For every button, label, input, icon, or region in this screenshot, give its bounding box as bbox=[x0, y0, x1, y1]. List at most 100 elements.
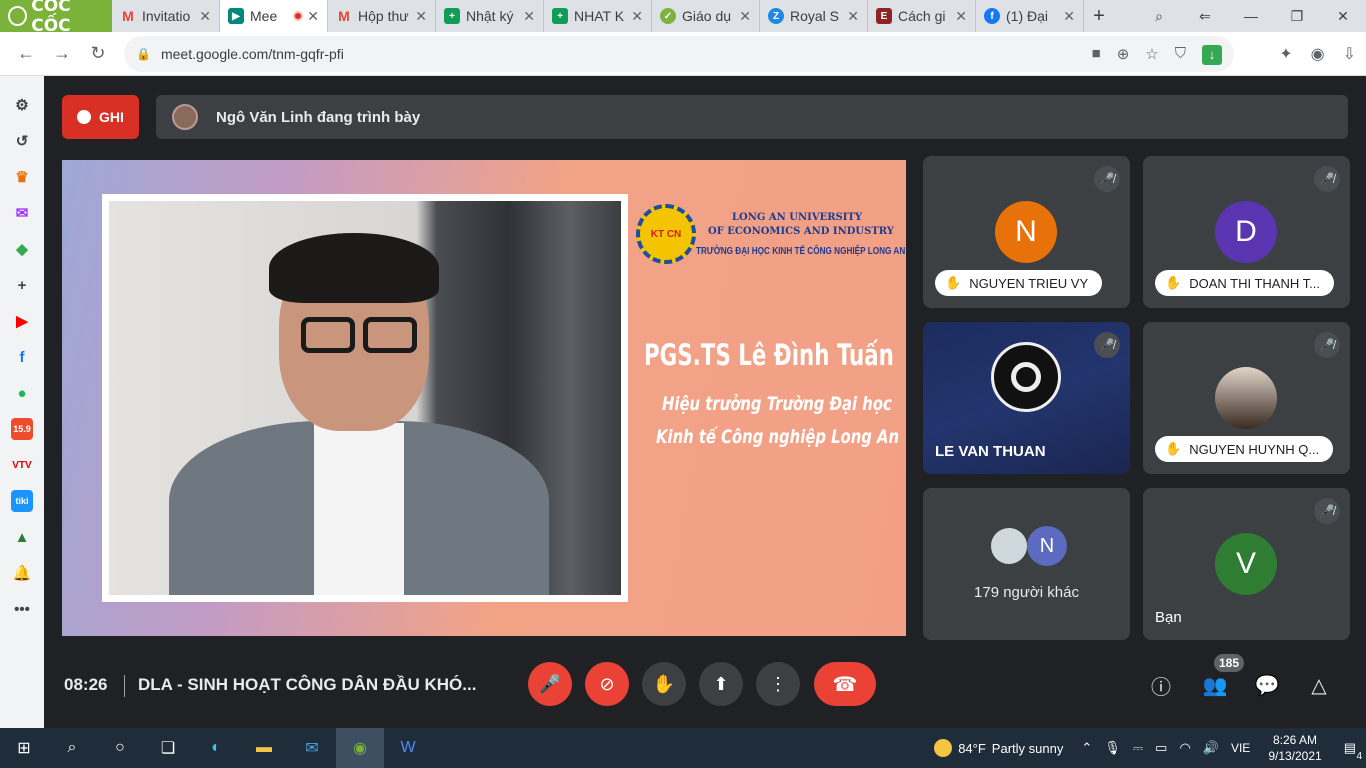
close-tab-icon[interactable]: ✕ bbox=[955, 8, 967, 25]
minimize-button[interactable]: — bbox=[1228, 8, 1274, 24]
close-tab-icon[interactable]: ✕ bbox=[847, 8, 859, 25]
clock[interactable]: 8:26 AM 9/13/2021 bbox=[1268, 732, 1321, 764]
coccoc-menu-button[interactable]: CỐC CỐC bbox=[0, 0, 112, 36]
extensions-icon[interactable]: ✦ bbox=[1279, 44, 1292, 64]
restore-button[interactable]: ❐ bbox=[1274, 8, 1320, 25]
close-window-button[interactable]: ✕ bbox=[1320, 8, 1366, 25]
wifi-icon[interactable]: ◠ bbox=[1179, 740, 1190, 756]
crown-icon[interactable]: ♛ bbox=[11, 166, 33, 188]
word-icon[interactable]: W bbox=[384, 728, 432, 768]
messenger-icon[interactable]: ✉ bbox=[11, 202, 33, 224]
avatar bbox=[1215, 367, 1277, 429]
back-arrow-icon[interactable]: ⇐ bbox=[1182, 8, 1228, 25]
close-tab-icon[interactable]: ✕ bbox=[415, 8, 427, 25]
present-screen-button[interactable]: ⬆ bbox=[699, 662, 743, 706]
name-tag: ✋ NGUYEN TRIEU VY bbox=[935, 270, 1103, 296]
download-icon[interactable]: ↓ bbox=[1202, 45, 1222, 65]
avatar bbox=[989, 526, 1029, 566]
education-icon[interactable]: ▲ bbox=[11, 526, 33, 548]
weather-widget[interactable]: 84°F Partly sunny bbox=[934, 739, 1063, 757]
cortana-icon[interactable]: ○ bbox=[96, 728, 144, 768]
close-tab-icon[interactable]: ✕ bbox=[307, 8, 319, 25]
add-icon[interactable]: + bbox=[11, 274, 33, 296]
spotify-icon[interactable]: ● bbox=[11, 382, 33, 404]
battery-icon[interactable]: ▭ bbox=[1155, 740, 1167, 756]
forward-button[interactable]: → bbox=[44, 43, 80, 64]
windows-start-icon[interactable]: ⊞ bbox=[0, 728, 48, 768]
volume-icon[interactable]: 🔊 bbox=[1203, 740, 1219, 756]
language-indicator[interactable]: VIE bbox=[1231, 741, 1250, 755]
shopee-icon[interactable]: 15.9 bbox=[11, 418, 33, 440]
self-tile[interactable]: 🎤̸ V Bạn bbox=[1143, 488, 1350, 640]
tab-meet[interactable]: ▶ Mee ✕ bbox=[220, 0, 328, 32]
leave-call-button[interactable]: ☎ bbox=[814, 662, 876, 706]
meeting-title: DLA - SINH HOẠT CÔNG DÂN ĐẦU KHÓ... bbox=[138, 675, 477, 694]
sheets-icon: + bbox=[444, 8, 460, 24]
participant-tile[interactable]: 🎤̸ D ✋ DOAN THI THANH T... bbox=[1143, 156, 1350, 308]
participant-tile[interactable]: 🎤̸ ✋ NGUYEN HUYNH Q... bbox=[1143, 322, 1350, 474]
participant-tile[interactable]: 🎤̸ LE VAN THUAN bbox=[923, 322, 1130, 474]
record-dot-icon bbox=[77, 110, 92, 124]
record-button[interactable]: GHI bbox=[62, 95, 139, 139]
close-tab-icon[interactable]: ✕ bbox=[523, 8, 535, 25]
new-tab-button[interactable]: + bbox=[1084, 5, 1114, 28]
back-button[interactable]: ← bbox=[8, 43, 44, 64]
tab-search-icon[interactable]: ⌕ bbox=[1136, 8, 1182, 25]
name-tag: Bạn bbox=[1155, 609, 1182, 626]
network-icon[interactable]: ⎓ bbox=[1133, 740, 1143, 756]
search-icon[interactable]: ⌕ bbox=[48, 728, 96, 768]
shield-icon[interactable]: ⛉ bbox=[1175, 45, 1186, 65]
tab-invitation[interactable]: M Invitatio ✕ bbox=[112, 0, 220, 32]
vtv-icon[interactable]: VTV bbox=[11, 454, 33, 476]
task-view-icon[interactable]: ❏ bbox=[144, 728, 192, 768]
more-options-button[interactable]: ⋮ bbox=[756, 662, 800, 706]
tray-chevron-icon[interactable]: ⌃ bbox=[1081, 740, 1092, 756]
facebook-icon[interactable]: f bbox=[11, 346, 33, 368]
tab-hop-thu[interactable]: M Hộp thư ✕ bbox=[328, 0, 436, 32]
tab-cach-gi[interactable]: E Cách gi ✕ bbox=[868, 0, 976, 32]
settings-icon[interactable]: ⚙ bbox=[11, 94, 33, 116]
facebook-icon: f bbox=[984, 8, 1000, 24]
tab-giao-duc[interactable]: ✓ Giáo dụ ✕ bbox=[652, 0, 760, 32]
profile-icon[interactable]: ◉ bbox=[1311, 44, 1325, 64]
others-tile[interactable]: N 179 người khác bbox=[923, 488, 1130, 640]
bookmark-star-icon[interactable]: ☆ bbox=[1145, 45, 1158, 65]
game-icon[interactable]: ◆ bbox=[11, 238, 33, 260]
people-button[interactable]: 👥 bbox=[1200, 670, 1230, 700]
close-tab-icon[interactable]: ✕ bbox=[631, 8, 643, 25]
zoom-icon[interactable]: ⊕ bbox=[1117, 45, 1130, 65]
tab-nhat-k[interactable]: + NHAT K ✕ bbox=[544, 0, 652, 32]
activities-button[interactable]: △ bbox=[1304, 670, 1334, 700]
close-tab-icon[interactable]: ✕ bbox=[199, 8, 211, 25]
mail-icon[interactable]: ✉ bbox=[288, 728, 336, 768]
tiki-icon[interactable]: tiki bbox=[11, 490, 33, 512]
raise-hand-button[interactable]: ✋ bbox=[642, 662, 686, 706]
microphone-toggle-button[interactable]: 🎤 bbox=[528, 662, 572, 706]
history-icon[interactable]: ↺ bbox=[11, 130, 33, 152]
tab-nhat-ky[interactable]: + Nhật ký ✕ bbox=[436, 0, 544, 32]
coccoc-taskbar-icon[interactable]: ◉ bbox=[336, 728, 384, 768]
notification-center-icon[interactable]: ▤ 4 bbox=[1344, 740, 1362, 762]
notification-bell-icon[interactable]: 🔔 bbox=[11, 562, 33, 584]
url-field[interactable]: 🔒 meet.google.com/tnm-gqfr-pfi ■ ⊕ ☆ ⛉ ↓ bbox=[124, 36, 1234, 72]
file-explorer-icon[interactable]: ▬ bbox=[240, 728, 288, 768]
university-seal-icon: KT CN bbox=[636, 204, 696, 264]
camera-icon[interactable]: ■ bbox=[1092, 45, 1101, 65]
participant-tile[interactable]: 🎤̸ N ✋ NGUYEN TRIEU VY bbox=[923, 156, 1130, 308]
microphone-icon[interactable]: 🎙 bbox=[1104, 740, 1121, 756]
edge-icon[interactable]: ◐ bbox=[192, 728, 240, 768]
close-tab-icon[interactable]: ✕ bbox=[739, 8, 751, 25]
name-tag: LE VAN THUAN bbox=[935, 443, 1046, 460]
meeting-info-button[interactable]: ⓘ bbox=[1146, 670, 1176, 700]
downloads-icon[interactable]: ⇩ bbox=[1343, 44, 1356, 64]
more-icon[interactable]: ••• bbox=[11, 598, 33, 620]
tab-royal[interactable]: Z Royal S ✕ bbox=[760, 0, 868, 32]
close-tab-icon[interactable]: ✕ bbox=[1063, 8, 1075, 25]
chat-button[interactable]: 💬 bbox=[1252, 670, 1282, 700]
youtube-icon[interactable]: ▶ bbox=[11, 310, 33, 332]
sheets-icon: + bbox=[552, 8, 568, 24]
university-logo: KT CN LONG AN UNIVERSITY OF ECONOMICS AN… bbox=[636, 204, 906, 268]
camera-toggle-button[interactable]: ⊘ bbox=[585, 662, 629, 706]
tab-facebook[interactable]: f (1) Đại ✕ bbox=[976, 0, 1084, 32]
reload-button[interactable]: ↻ bbox=[80, 43, 116, 64]
